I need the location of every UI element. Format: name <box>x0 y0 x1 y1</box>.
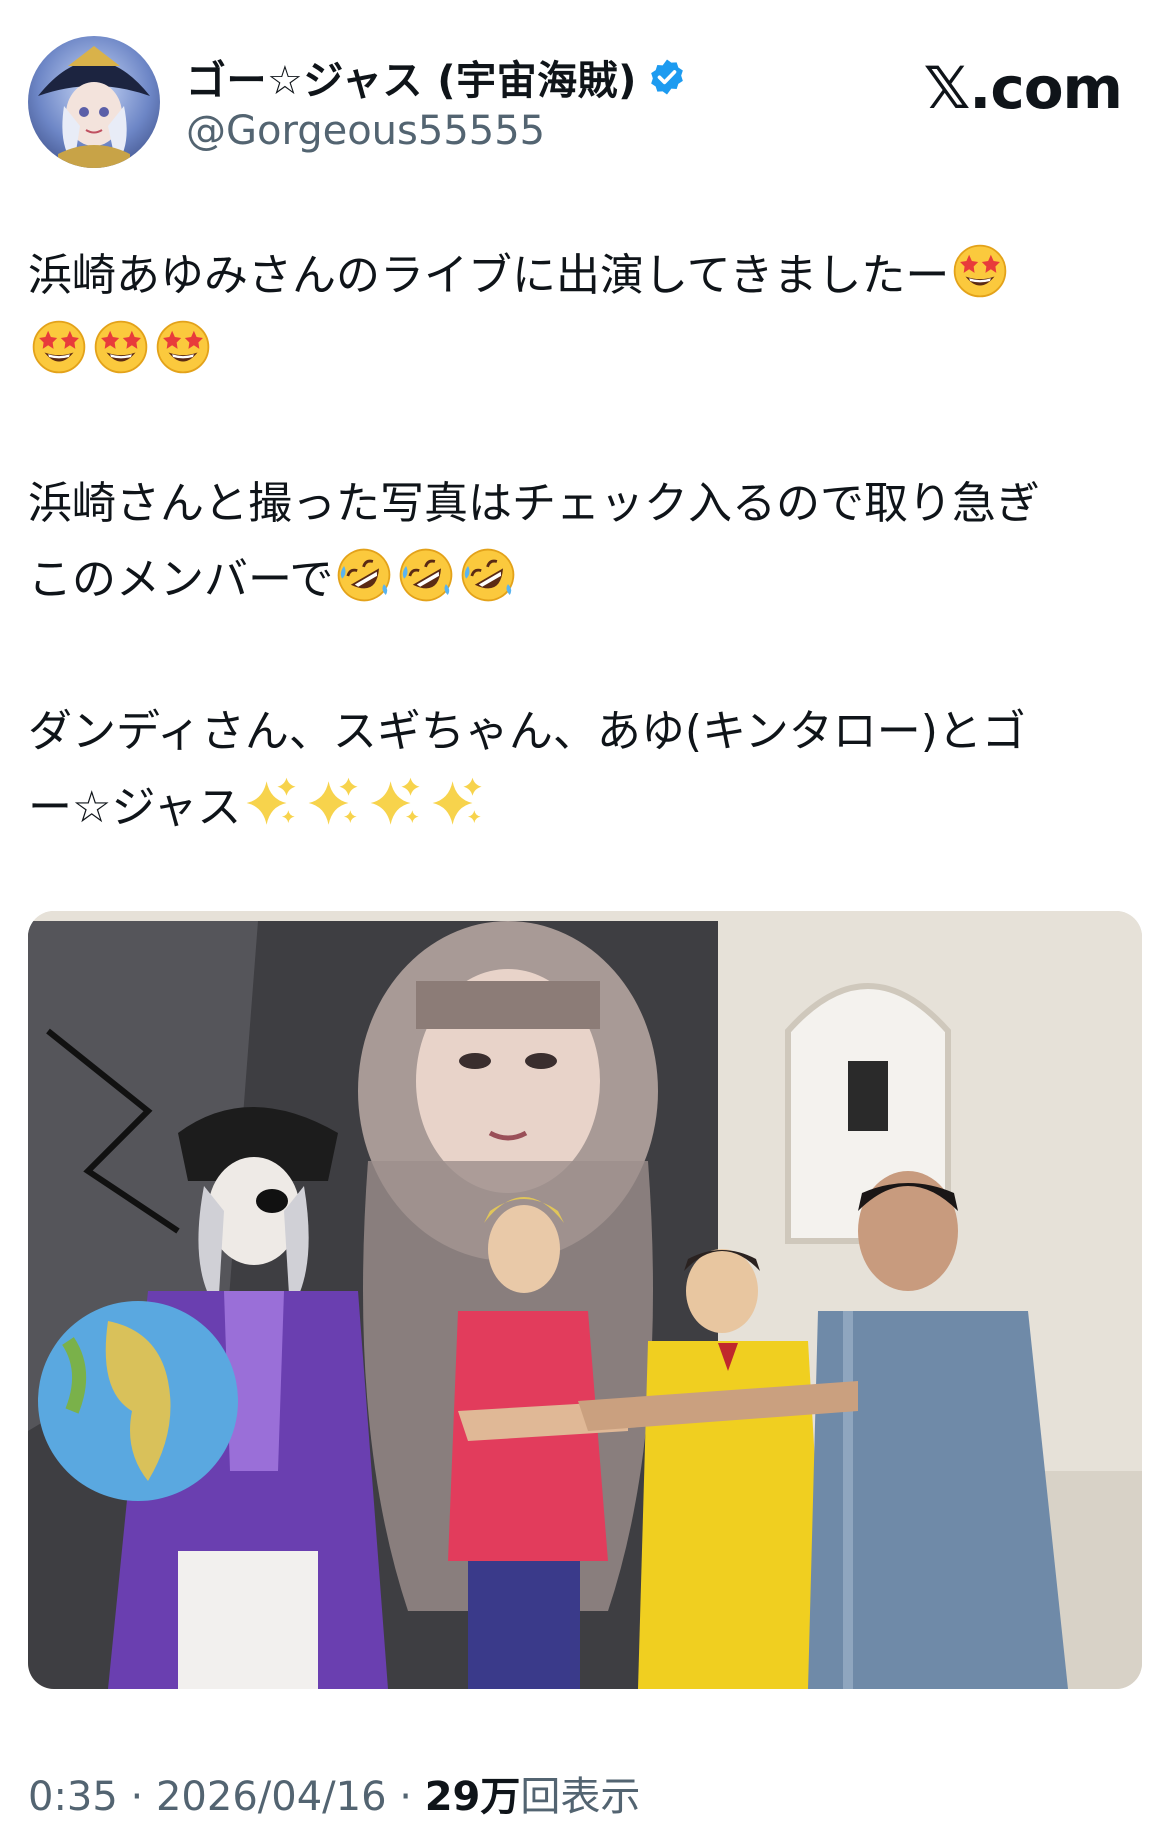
tweet-time[interactable]: 0:35 <box>28 1774 118 1820</box>
sparkles-emoji-icon <box>432 777 482 825</box>
meta-separator: · <box>117 1774 156 1820</box>
star-struck-emoji-icon <box>156 320 210 374</box>
tweet-text-line: ダンディさん、スギちゃん、あゆ(キンタロー)とゴ <box>28 706 1026 757</box>
sparkles-emoji-icon <box>308 777 358 825</box>
meta-separator: · <box>386 1774 425 1820</box>
star-struck-emoji-icon <box>32 320 86 374</box>
tweet-date[interactable]: 2026/04/16 <box>156 1774 387 1820</box>
rofl-emoji-icon <box>335 546 394 604</box>
views-label: 回表示 <box>520 1774 641 1820</box>
display-name[interactable]: ゴー☆ジャス (宇宙海賊) <box>186 48 637 106</box>
tweet-header: ゴー☆ジャス (宇宙海賊) @Gorgeous55555 𝕏.com <box>28 36 1142 176</box>
tweet-text-line: 浜崎さんと撮った写真はチェック入るので取り急ぎ <box>28 478 1040 529</box>
tweet-paragraph-1: 浜崎あゆみさんのライブに出演してきましたー <box>28 238 1142 390</box>
avatar[interactable] <box>28 36 160 168</box>
rofl-emoji-icon <box>459 546 518 604</box>
tweet-text-line: ー☆ジャス <box>28 782 242 833</box>
name-row: ゴー☆ジャス (宇宙海賊) <box>186 48 687 106</box>
tweet-text-line: 浜崎あゆみさんのライブに出演してきましたー <box>28 250 950 301</box>
sparkles-emoji-icon <box>246 777 296 825</box>
tweet-meta: 0:35 · 2026/04/16 · 29万回表示 <box>28 1764 640 1822</box>
verified-badge-icon <box>651 59 683 95</box>
tweet-paragraph-3: ダンディさん、スギちゃん、あゆ(キンタロー)とゴ ー☆ジャス <box>28 694 1142 846</box>
rofl-emoji-icon <box>397 546 456 604</box>
tweet-paragraph-2: 浜崎さんと撮った写真はチェック入るので取り急ぎ このメンバーで <box>28 466 1142 618</box>
tweet-text: 浜崎あゆみさんのライブに出演してきましたー 浜崎さんと撮った写真はチェック入るの… <box>28 238 1142 846</box>
views-count: 29万 <box>424 1774 521 1820</box>
x-com-logo: 𝕏.com <box>923 54 1123 122</box>
tweet-photo[interactable] <box>28 911 1142 1689</box>
sparkles-emoji-icon <box>370 777 420 825</box>
star-struck-emoji-icon <box>954 244 1007 298</box>
pirate-avatar-icon <box>38 46 150 168</box>
user-handle[interactable]: @Gorgeous55555 <box>186 108 545 154</box>
group-photo-image <box>28 911 1142 1689</box>
tweet-text-line: このメンバーで <box>28 554 334 605</box>
star-struck-emoji-icon <box>94 320 148 374</box>
